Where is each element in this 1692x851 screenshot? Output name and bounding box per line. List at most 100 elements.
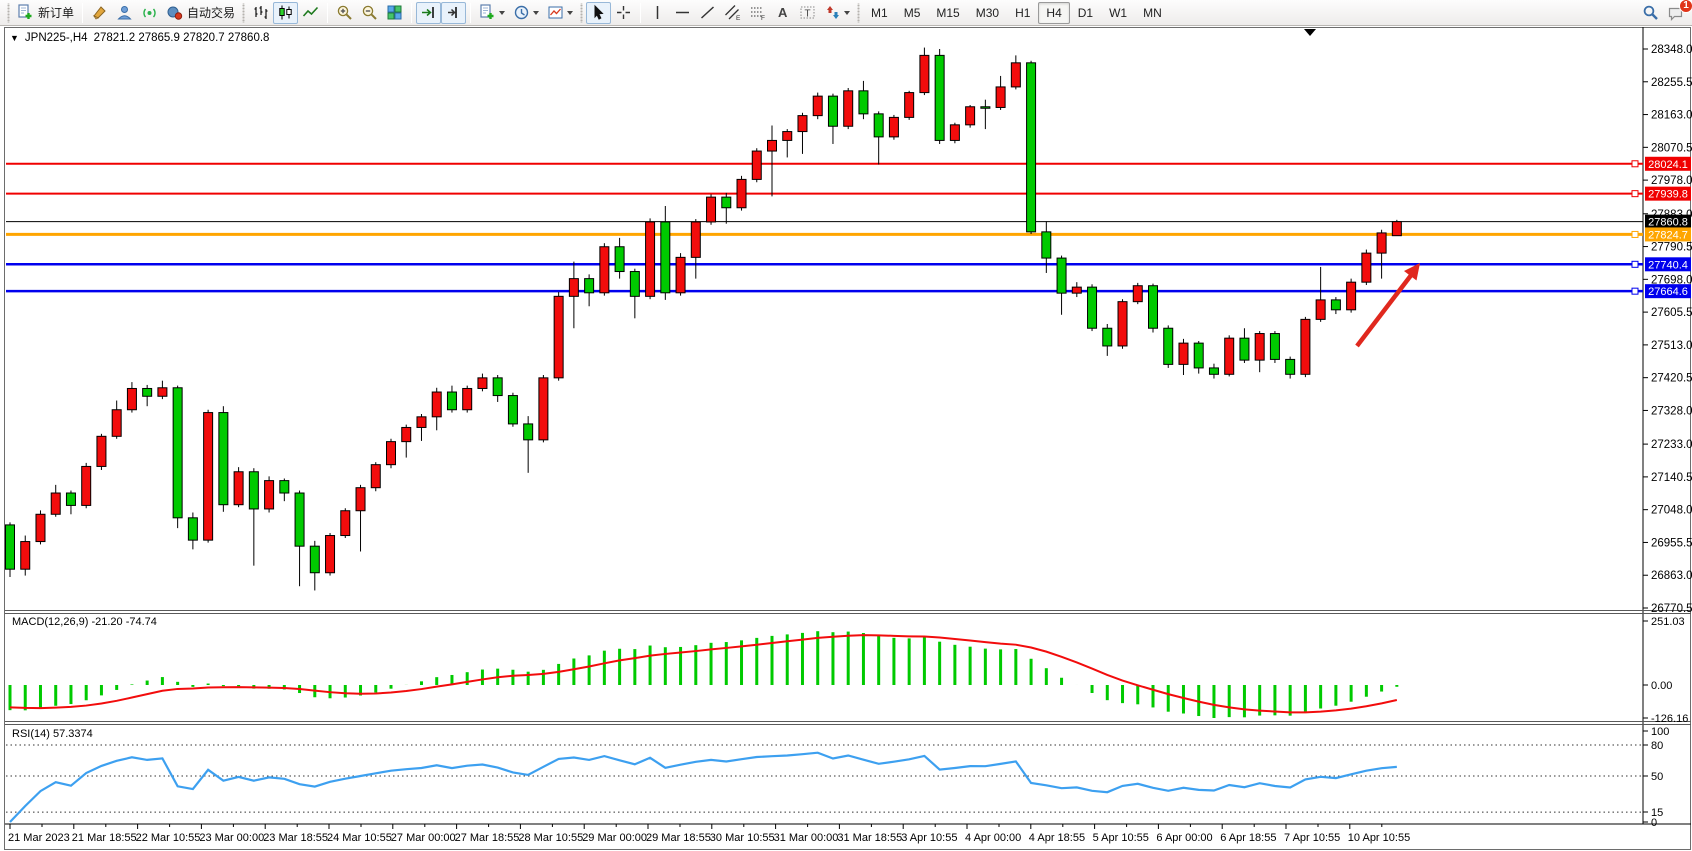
rsi-scale-label: 80 (1651, 740, 1663, 752)
candle (295, 493, 304, 546)
chart-shift-marker-icon (1304, 29, 1316, 36)
chart-canvas[interactable]: 28348.028255.528163.028070.527978.027883… (0, 26, 1692, 851)
candle (569, 279, 578, 297)
candle (158, 388, 167, 397)
notifications-button[interactable]: 1 (1663, 2, 1688, 24)
timeframe-button-m30[interactable]: M30 (968, 2, 1007, 24)
price-badge-label: 28024.1 (1648, 159, 1688, 171)
x-tick-label: 23 Mar 18:55 (263, 832, 328, 844)
zoom-in-button[interactable] (332, 2, 357, 24)
timeframe-button-m5[interactable]: M5 (896, 2, 929, 24)
hline-handle[interactable] (1632, 261, 1638, 267)
x-tick-label: 28 Mar 10:55 (518, 832, 583, 844)
candle (1179, 343, 1188, 364)
timeframe-button-mn[interactable]: MN (1135, 2, 1170, 24)
community-button[interactable] (112, 2, 137, 24)
crosshair-button[interactable] (611, 2, 636, 24)
trend-arrow-annotation[interactable] (1357, 274, 1412, 346)
timeframe-button-d1[interactable]: D1 (1070, 2, 1101, 24)
candle (387, 442, 396, 465)
hline-handle[interactable] (1632, 231, 1638, 237)
horizontal-line-button[interactable] (670, 2, 695, 24)
candle (920, 55, 929, 92)
timeframe-button-h1[interactable]: H1 (1007, 2, 1038, 24)
chart-window[interactable]: ▼ JPN225-,H4 27821.2 27865.9 27820.7 278… (0, 26, 1692, 851)
new-order-button-label: 新订单 (38, 4, 74, 21)
equidistant-channel-button[interactable]: E (720, 2, 745, 24)
cursor-button[interactable] (586, 2, 611, 24)
candle (1347, 282, 1356, 310)
candle (1286, 359, 1295, 374)
y-tick-label: 27140.5 (1651, 472, 1692, 484)
hline-handle[interactable] (1632, 161, 1638, 167)
bars-icon (252, 4, 269, 21)
candle (1255, 334, 1264, 361)
text-button[interactable]: A (770, 2, 795, 24)
metaeditor-button[interactable] (87, 2, 112, 24)
channel-icon: E (724, 4, 741, 21)
indicators-button[interactable] (475, 2, 509, 24)
candle (447, 392, 456, 410)
new-order-button[interactable]: 新订单 (13, 2, 78, 24)
person-icon (116, 4, 133, 21)
macd-label: MACD(12,26,9) -21.20 -74.74 (12, 616, 157, 628)
candle (1194, 343, 1203, 368)
x-tick-label: 30 Mar 10:55 (710, 832, 775, 844)
fibonacci-button[interactable]: F (745, 2, 770, 24)
indicator-icon (479, 4, 496, 21)
candle (966, 107, 975, 125)
candle (752, 151, 761, 179)
candle (1362, 253, 1371, 282)
arrows-button[interactable] (820, 2, 854, 24)
x-tick-label: 27 Mar 00:00 (391, 832, 456, 844)
rsi-label: RSI(14) 57.3374 (12, 728, 93, 740)
candle (234, 472, 243, 505)
bar-chart-button[interactable] (248, 2, 273, 24)
crosshair-icon (615, 4, 632, 21)
text-label-button[interactable]: T (795, 2, 820, 24)
chart-menu-icon[interactable]: ▼ (10, 33, 19, 43)
candle (615, 247, 624, 272)
zoom-out-button[interactable] (357, 2, 382, 24)
vertical-line-button[interactable] (645, 2, 670, 24)
price-badge-label: 27860.8 (1648, 217, 1688, 229)
toolbar-separator (411, 3, 412, 23)
chevron-down-icon (844, 11, 850, 15)
candle (554, 296, 563, 378)
zoom-in-icon (336, 4, 353, 21)
timeframe-button-m15[interactable]: M15 (928, 2, 967, 24)
auto-scroll-button[interactable] (416, 2, 441, 24)
candle (219, 413, 228, 505)
autotrading-button-label: 自动交易 (187, 4, 235, 21)
candle (82, 466, 91, 505)
timeframe-button-w1[interactable]: W1 (1101, 2, 1135, 24)
trendline-button[interactable] (695, 2, 720, 24)
hline-handle[interactable] (1632, 191, 1638, 197)
templates-button[interactable] (543, 2, 577, 24)
search-button[interactable] (1638, 2, 1663, 24)
chart-shift-button[interactable] (441, 2, 466, 24)
timeframe-button-m1[interactable]: M1 (863, 2, 896, 24)
candle (844, 91, 853, 126)
hline-handle[interactable] (1632, 288, 1638, 294)
candle (813, 96, 822, 115)
candle (173, 388, 182, 518)
toolbar-separator (82, 3, 83, 23)
autotrading-button[interactable]: 自动交易 (162, 2, 239, 24)
line-chart-button[interactable] (298, 2, 323, 24)
periods-button[interactable] (509, 2, 543, 24)
candle (112, 410, 121, 437)
timeframe-button-h4[interactable]: H4 (1038, 2, 1069, 24)
candle (310, 546, 319, 573)
x-tick-label: 23 Mar 00:00 (199, 832, 264, 844)
signals-button[interactable] (137, 2, 162, 24)
candle (1027, 63, 1036, 232)
tile-windows-button[interactable] (382, 2, 407, 24)
toolbar-grip (855, 3, 862, 23)
main-toolbar: 新订单 自动交易 EFAT M1M5M15M30H1H4D1W1MN 1 (0, 0, 1692, 26)
candle (783, 132, 792, 141)
text-a-icon: A (774, 4, 791, 21)
candle (798, 116, 807, 132)
y-tick-label: 28163.0 (1651, 110, 1692, 122)
candle-chart-button[interactable] (273, 2, 298, 24)
